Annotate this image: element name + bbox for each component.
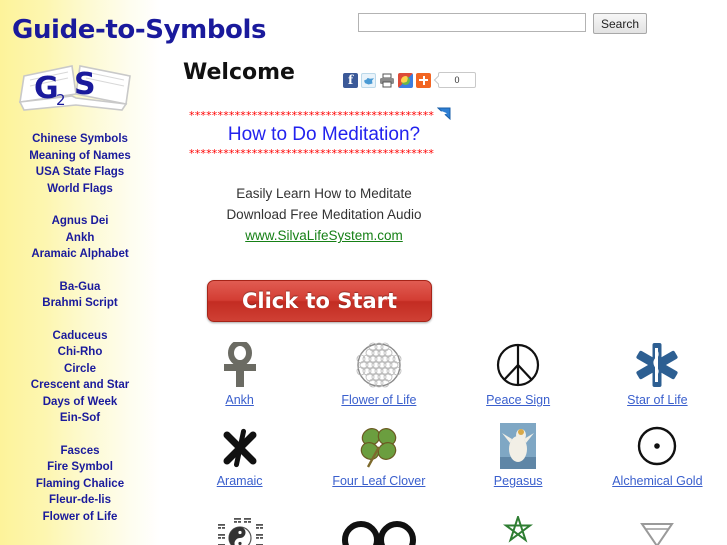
page-title: Welcome <box>183 60 295 85</box>
ad-star-border-top: ****************************************… <box>189 110 435 122</box>
sidebar-item-circle[interactable]: Circle <box>0 361 160 378</box>
symbol-cell[interactable]: Four Leaf Clover <box>309 421 448 489</box>
symbol-cell[interactable]: Star of Life <box>588 340 727 408</box>
symbol-cell[interactable] <box>170 502 309 545</box>
symbol-link-label[interactable]: Ankh <box>225 392 254 408</box>
sidebar-item-crescent-and-star[interactable]: Crescent and Star <box>0 377 160 394</box>
ad-headline[interactable]: How to Do Meditation? <box>189 122 459 148</box>
symbol-link-label[interactable]: Star of Life <box>627 392 687 408</box>
symbol-row-spacer <box>170 408 727 421</box>
symbol-link-label[interactable]: Four Leaf Clover <box>332 473 425 489</box>
symbol-link-label[interactable]: Aramaic <box>217 473 263 489</box>
alchemical-gold-symbol[interactable] <box>634 421 680 469</box>
sidebar-group-spacer <box>0 197 160 213</box>
symbol-cell[interactable]: Aramaic <box>170 421 309 489</box>
ankh-symbol[interactable] <box>218 340 262 388</box>
svg-text:2: 2 <box>56 91 66 109</box>
peace-sign-symbol[interactable] <box>495 340 541 388</box>
page-root: Guide-to-Symbols Search G 2 S Chinese Sy… <box>0 0 727 545</box>
symbol-cell[interactable]: Alchemical Gold <box>588 421 727 489</box>
sidebar-item-days-of-week[interactable]: Days of Week <box>0 394 160 411</box>
sidebar-item-fleur-de-lis[interactable]: Fleur-de-lis <box>0 492 160 509</box>
sidebar-item-fasces[interactable]: Fasces <box>0 443 160 460</box>
symbol-cell[interactable]: Pegasus <box>449 421 588 489</box>
google-share-icon[interactable] <box>398 72 413 88</box>
facebook-share-icon[interactable] <box>343 72 358 88</box>
sidebar-item-meaning-of-names[interactable]: Meaning of Names <box>0 148 160 165</box>
symbol-cell[interactable] <box>449 502 588 545</box>
four-leaf-clover-symbol[interactable] <box>356 421 402 469</box>
symbol-link-label[interactable]: Peace Sign <box>486 392 550 408</box>
advertisement: ****************************************… <box>189 107 459 246</box>
pegasus-symbol[interactable] <box>500 421 537 469</box>
print-icon[interactable] <box>379 73 395 88</box>
sidebar-group-spacer <box>0 312 160 328</box>
book-logo[interactable]: G 2 S <box>14 50 144 120</box>
ad-url-link[interactable]: www.SilvaLifeSystem.com <box>245 225 403 246</box>
click-to-start-button[interactable]: Click to Start <box>207 280 432 322</box>
addthis-icon[interactable] <box>416 72 431 88</box>
alchemical-triangle-symbol[interactable] <box>634 502 680 545</box>
sidebar-item-caduceus[interactable]: Caduceus <box>0 328 160 345</box>
adchoices-icon[interactable] <box>436 107 451 121</box>
sidebar-item-ba-gua[interactable]: Ba-Gua <box>0 279 160 296</box>
sidebar-item-usa-state-flags[interactable]: USA State Flags <box>0 164 160 181</box>
symbol-row-spacer <box>170 489 727 502</box>
twitter-share-icon[interactable] <box>361 72 376 88</box>
sidebar-item-fire-symbol[interactable]: Fire Symbol <box>0 459 160 476</box>
ad-line-2: Download Free Meditation Audio <box>226 207 422 222</box>
share-count[interactable]: 0 <box>438 72 476 88</box>
star-of-life-symbol[interactable] <box>635 340 679 388</box>
symbol-link-label[interactable]: Alchemical Gold <box>612 473 702 489</box>
symbol-cell[interactable]: Peace Sign <box>449 340 588 408</box>
symbol-link-label[interactable]: Flower of Life <box>341 392 416 408</box>
ad-star-border-bottom: ****************************************… <box>189 148 435 160</box>
sidebar-item-aramaic-alphabet[interactable]: Aramaic Alphabet <box>0 246 160 263</box>
sidebar-item-brahmi-script[interactable]: Brahmi Script <box>0 295 160 312</box>
sidebar-group-spacer <box>0 427 160 443</box>
site-title: Guide-to-Symbols <box>12 15 267 45</box>
ad-body: Easily Learn How to Meditate Download Fr… <box>189 183 459 246</box>
symbol-cell[interactable] <box>588 502 727 545</box>
symbol-link-label[interactable]: Pegasus <box>494 473 543 489</box>
social-share-bar: 0 <box>343 72 476 88</box>
sidebar-item-chi-rho[interactable]: Chi-Rho <box>0 344 160 361</box>
sidebar-item-ein-sof[interactable]: Ein-Sof <box>0 410 160 427</box>
svg-text:G: G <box>34 71 59 106</box>
pentagram-symbol[interactable] <box>492 502 544 545</box>
ad-line-1: Easily Learn How to Meditate <box>236 186 412 201</box>
symbol-cell[interactable] <box>309 502 448 545</box>
sidebar-group-spacer <box>0 263 160 279</box>
symbol-grid: Ankh Flower of Life Peace Sign Star of Life… <box>170 340 727 545</box>
search-input[interactable] <box>358 13 586 32</box>
search-button[interactable]: Search <box>593 13 648 34</box>
sidebar-item-flower-of-life[interactable]: Flower of Life <box>0 509 160 526</box>
ba-gua-symbol[interactable] <box>214 502 266 545</box>
sidebar-item-agnus-dei[interactable]: Agnus Dei <box>0 213 160 230</box>
search-form: Search <box>358 13 648 34</box>
sidebar-item-flaming-chalice[interactable]: Flaming Chalice <box>0 476 160 493</box>
symbol-cell[interactable]: Flower of Life <box>309 340 448 408</box>
sidebar-item-chinese-symbols[interactable]: Chinese Symbols <box>0 131 160 148</box>
aramaic-symbol[interactable] <box>220 421 260 469</box>
omega-symbol[interactable] <box>339 502 419 545</box>
sidebar-nav: Chinese Symbols Meaning of Names USA State… <box>0 131 160 525</box>
svg-text:S: S <box>74 67 96 102</box>
sidebar-item-world-flags[interactable]: World Flags <box>0 181 160 198</box>
sidebar-item-ankh[interactable]: Ankh <box>0 230 160 247</box>
flower-of-life-symbol[interactable] <box>356 340 402 388</box>
symbol-cell[interactable]: Ankh <box>170 340 309 408</box>
